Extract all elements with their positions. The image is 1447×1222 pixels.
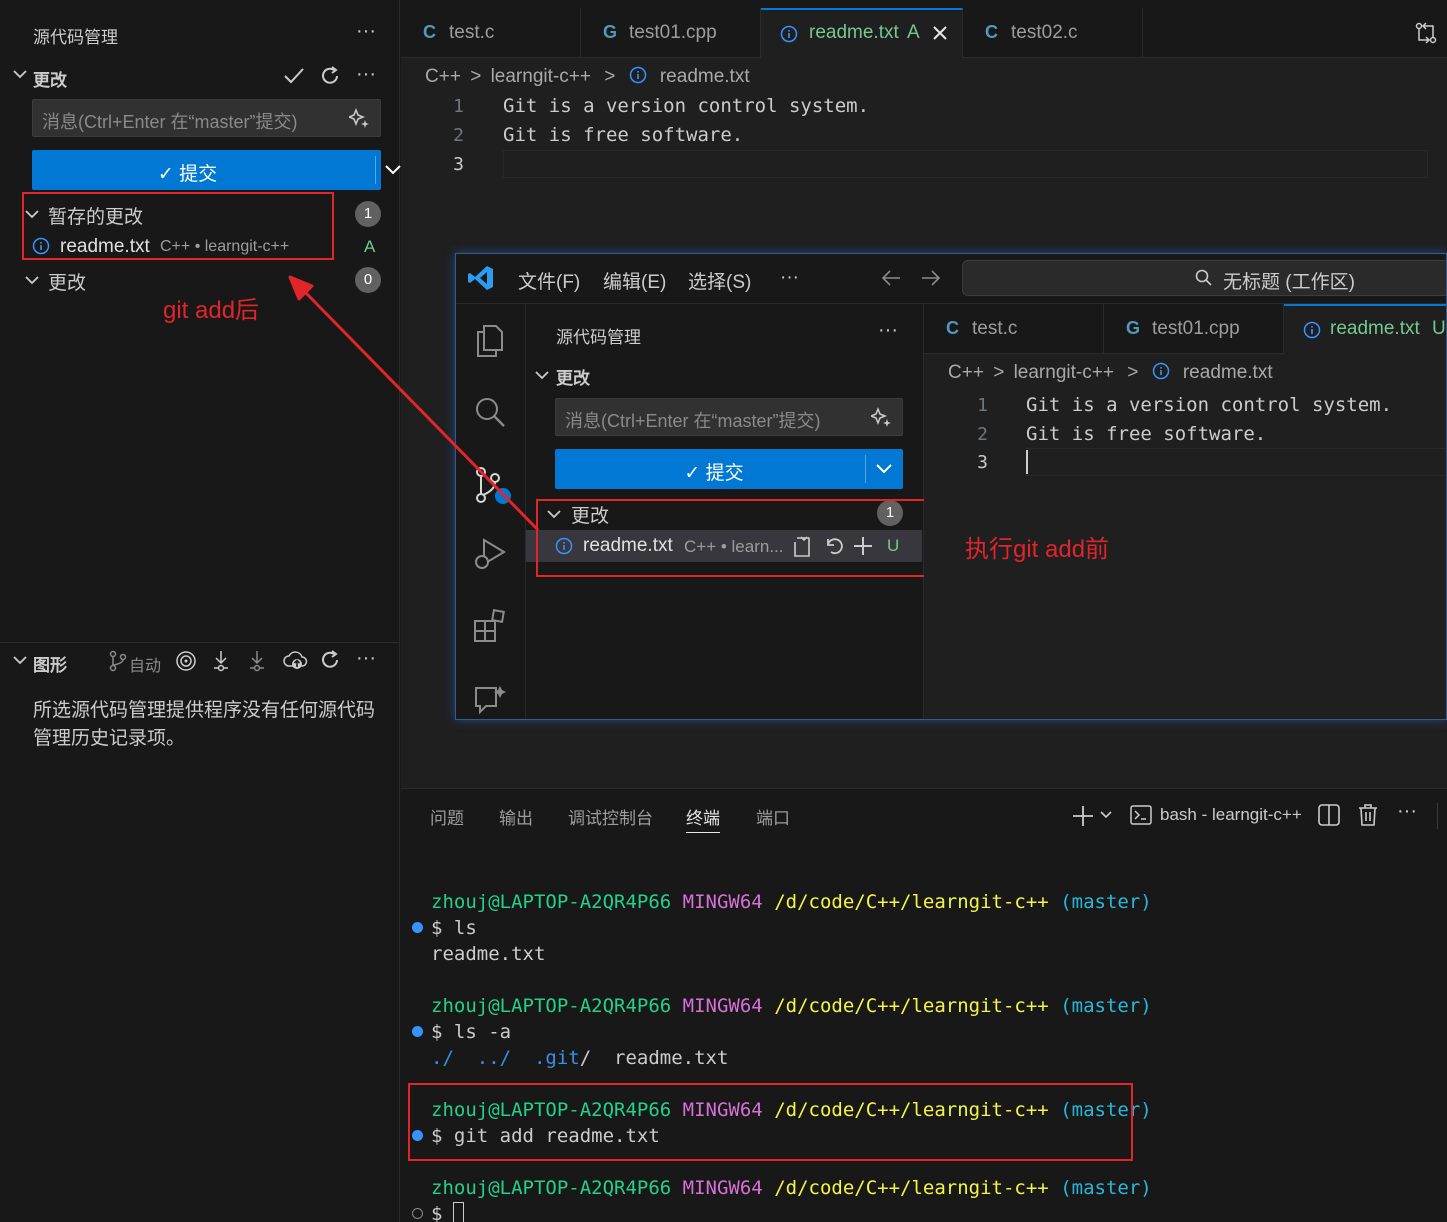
bottom-panel: 问题 输出 调试控制台 终端 端口 bash - learngit-c++ ··… (401, 788, 1447, 1222)
output-files: / readme.txt (579, 1047, 729, 1069)
trash-icon[interactable] (1357, 803, 1379, 827)
prompt-env: MINGW64 (682, 995, 763, 1017)
split-terminal-icon[interactable] (1318, 804, 1340, 826)
new-terminal-icon[interactable] (1071, 804, 1095, 828)
panel-tab-output[interactable]: 输出 (499, 804, 533, 829)
terminal-cursor (453, 1202, 464, 1222)
terminal-output: ./ ../ .git/ readme.txt (431, 1047, 728, 1069)
prompt-path: /d/code/C++/learngit-c++ (774, 1177, 1049, 1199)
prompt-path: /d/code/C++/learngit-c++ (774, 891, 1049, 913)
command-success-icon[interactable] (412, 1026, 423, 1037)
prompt-branch: (master) (1060, 1177, 1152, 1199)
output-dirs: ./ ../ (431, 1047, 534, 1069)
prompt-env: MINGW64 (682, 891, 763, 913)
prompt-user: zhouj@LAPTOP-A2QR4P66 (431, 891, 672, 913)
chevron-down-icon[interactable] (1099, 808, 1113, 822)
terminal-input-line[interactable]: $ (431, 1203, 454, 1222)
panel-tab-ports[interactable]: 端口 (756, 804, 790, 829)
terminal-prompt: zhouj@LAPTOP-A2QR4P66 MINGW64 /d/code/C+… (431, 995, 1152, 1017)
command-pending-icon[interactable] (412, 1208, 423, 1219)
prompt-path: /d/code/C++/learngit-c++ (774, 995, 1049, 1017)
terminal-command: $ ls (431, 917, 477, 939)
terminal-icon (1130, 804, 1152, 826)
terminal-prompt: zhouj@LAPTOP-A2QR4P66 MINGW64 /d/code/C+… (431, 1177, 1152, 1199)
prompt-user: zhouj@LAPTOP-A2QR4P66 (431, 995, 672, 1017)
terminal-name[interactable]: bash - learngit-c++ (1160, 805, 1302, 825)
prompt-branch: (master) (1060, 995, 1152, 1017)
panel-tab-terminal[interactable]: 终端 (686, 804, 720, 833)
terminal-prompt: zhouj@LAPTOP-A2QR4P66 MINGW64 /d/code/C+… (431, 891, 1152, 913)
annotation-box-command (408, 1083, 1133, 1161)
terminal-command: $ ls -a (431, 1021, 512, 1043)
command-success-icon[interactable] (412, 922, 423, 933)
panel-tab-problems[interactable]: 问题 (430, 804, 464, 829)
terminal-output: readme.txt (431, 943, 546, 965)
panel-tab-debug-console[interactable]: 调试控制台 (568, 804, 653, 829)
prompt-user: zhouj@LAPTOP-A2QR4P66 (431, 1177, 672, 1199)
more-actions-icon[interactable]: ··· (1397, 800, 1417, 823)
prompt-env: MINGW64 (682, 1177, 763, 1199)
prompt-branch: (master) (1060, 891, 1152, 913)
output-git-dir: .git (533, 1047, 580, 1069)
